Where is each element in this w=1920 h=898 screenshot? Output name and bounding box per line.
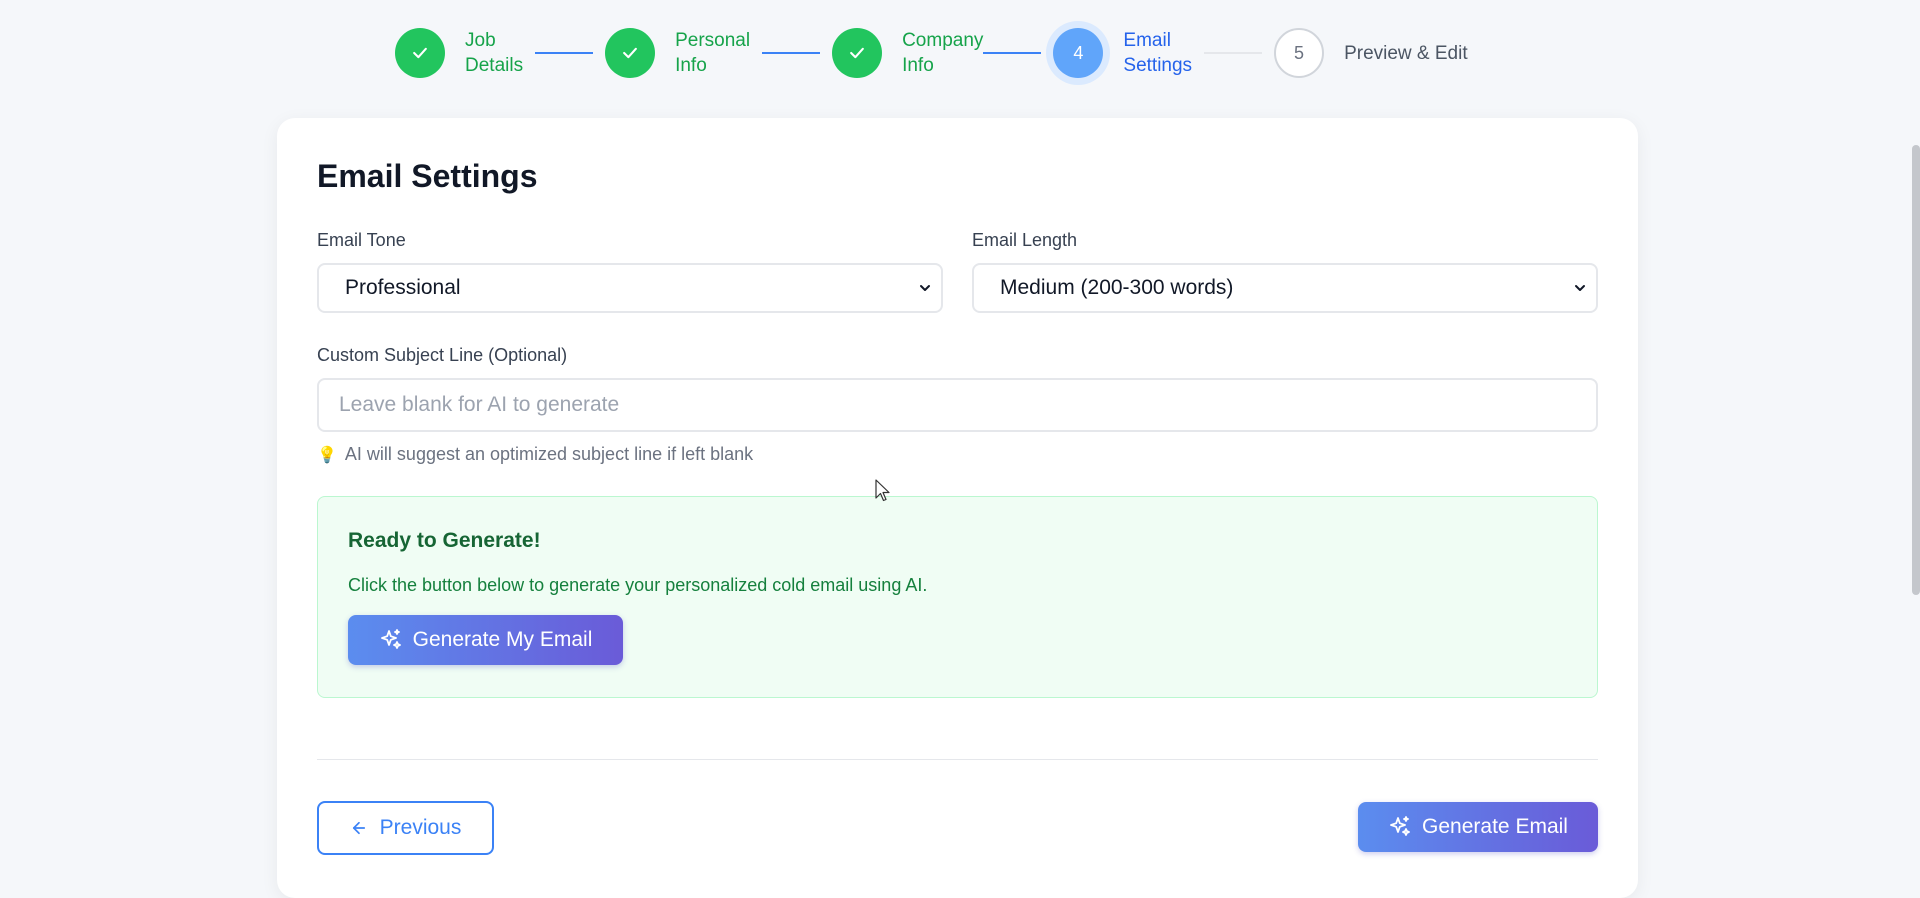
ready-description: Click the button below to generate your … [348,575,928,595]
step-email-settings[interactable]: 4 Email Settings [1053,28,1192,78]
generate-my-email-button[interactable]: Generate My Email [348,615,623,665]
lightbulb-icon: 💡 [317,446,337,464]
chevron-down-icon [1575,285,1585,291]
step-company-info[interactable]: Company Info [832,28,983,78]
chevron-down-icon [920,285,930,291]
email-tone-label: Email Tone [317,230,406,250]
email-settings-card: Email Settings Email Tone Professional E… [277,118,1638,898]
arrow-left-icon [352,821,365,835]
step-label: Company Info [902,28,983,78]
step-label-line1: Preview & Edit [1344,42,1468,64]
email-tone-select[interactable]: Professional [317,263,943,313]
email-length-label: Email Length [972,230,1078,250]
check-icon [413,47,427,59]
step-complete-circle [395,28,445,78]
email-length-value: Medium (200-300 words) [1000,276,1234,299]
step-job-details[interactable]: Job Details [395,28,523,78]
subject-line-label: Custom Subject Line (Optional) [317,345,568,365]
subject-line-placeholder: Leave blank for AI to generate [339,393,620,416]
subject-line-input[interactable]: Leave blank for AI to generate [317,378,1598,432]
step-label-line2: Details [465,55,524,76]
step-label: Preview & Edit [1344,41,1468,66]
step-label: Personal Info [675,28,750,78]
divider [317,759,1598,760]
step-label-line2: Info [902,55,934,76]
step-label-line1: Personal [675,30,751,51]
stepper: Job Details Personal Info Company Info 4… [395,25,1468,81]
generate-my-email-label: Generate My Email [412,628,593,651]
check-icon [623,47,637,59]
step-label-line2: Settings [1123,55,1193,76]
mouse-cursor-icon [875,479,890,502]
step-preview-edit[interactable]: 5 Preview & Edit [1274,28,1468,78]
step-complete-circle [832,28,883,78]
generate-email-button[interactable]: Generate Email [1358,802,1598,852]
email-length-select[interactable]: Medium (200-300 words) [972,263,1598,313]
ready-to-generate-panel: Ready to Generate! Click the button belo… [317,496,1598,698]
previous-label: Previous [379,816,462,839]
step-label-line1: Company [902,30,984,51]
email-tone-value: Professional [345,276,461,299]
sparkles-icon [1390,816,1410,836]
step-connector [983,52,1042,54]
sparkles-icon [380,629,401,649]
step-connector [1204,52,1263,54]
step-label: Job Details [465,28,523,78]
step-connector [762,52,821,54]
step-number-circle: 5 [1274,28,1325,78]
check-icon [850,47,864,59]
step-label: Email Settings [1123,28,1192,78]
page-scrollbar[interactable] [1912,145,1920,595]
generate-email-label: Generate Email [1422,815,1568,838]
step-personal-info[interactable]: Personal Info [605,28,750,78]
step-label-line1: Job [465,30,496,51]
step-label-line2: Info [675,55,707,76]
subject-hint-text: AI will suggest an optimized subject lin… [344,444,754,464]
ready-title: Ready to Generate! [348,529,541,552]
step-connector [535,52,594,54]
previous-button[interactable]: Previous [317,801,494,855]
step-complete-circle [605,28,656,78]
step-number-circle: 4 [1053,28,1104,78]
page-title: Email Settings [317,158,538,194]
subject-hint: 💡 AI will suggest an optimized subject l… [317,444,753,465]
step-label-line1: Email [1123,30,1171,51]
